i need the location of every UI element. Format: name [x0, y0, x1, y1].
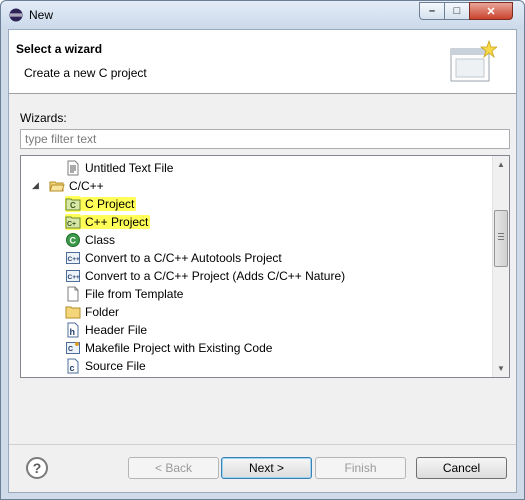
- window-title: New: [29, 8, 54, 22]
- tree-item-label: Header File: [85, 323, 148, 337]
- tree-item[interactable]: C++ Convert to a C/C++ Autotools Project: [65, 249, 282, 267]
- minimize-button[interactable]: –: [419, 2, 445, 20]
- tree-item-label: C++ Project: [81, 215, 151, 229]
- svg-text:C++: C++: [68, 256, 80, 263]
- tree-item[interactable]: C++ Convert to a C/C++ Project (Adds C/C+…: [65, 267, 345, 285]
- tree-item-label: Class: [85, 233, 116, 247]
- tree-item[interactable]: File from Template: [65, 285, 183, 303]
- tree-item[interactable]: h Header File: [65, 321, 147, 339]
- tree-item-label: Convert to a C/C++ Autotools Project: [85, 251, 282, 265]
- convert-icon: C++: [65, 250, 81, 266]
- tree-item[interactable]: ◢ C/C++: [32, 177, 104, 195]
- filter-input[interactable]: [20, 129, 510, 149]
- makefile-project-icon: C: [65, 340, 81, 356]
- help-button[interactable]: ?: [26, 457, 48, 479]
- tree-item-label: Untitled Text File: [85, 161, 174, 175]
- convert-icon: C++: [65, 268, 81, 284]
- folder-icon: [65, 304, 81, 320]
- tree-item[interactable]: C+ C++ Project: [65, 213, 151, 231]
- svg-text:c: c: [70, 363, 75, 373]
- wizard-banner: Select a wizard Create a new C project: [9, 30, 516, 94]
- back-button[interactable]: < Back: [128, 457, 219, 479]
- button-bar-separator: [9, 444, 516, 445]
- finish-button[interactable]: Finish: [315, 457, 406, 479]
- wizards-label: Wizards:: [20, 111, 67, 125]
- scroll-thumb[interactable]: [494, 210, 508, 267]
- tree-item-label: Folder: [85, 305, 120, 319]
- class-icon: C: [65, 232, 81, 248]
- wizard-tree[interactable]: ▲ ▼ Untitled Text File ◢ C/C++ C C Project C+…: [20, 155, 510, 378]
- new-wizard-icon: [450, 39, 497, 82]
- close-icon: ✕: [486, 5, 496, 18]
- maximize-button[interactable]: □: [444, 2, 470, 20]
- tree-item[interactable]: c Source File: [65, 357, 146, 375]
- eclipse-icon: [9, 8, 23, 22]
- tree-item-label: Makefile Project with Existing Code: [85, 341, 273, 355]
- text-file-icon: [65, 160, 81, 176]
- cpp-project-icon: C+: [65, 214, 81, 230]
- banner-title: Select a wizard: [16, 42, 103, 56]
- tree-scrollbar[interactable]: ▲ ▼: [492, 156, 509, 377]
- close-button[interactable]: ✕: [469, 2, 513, 20]
- cancel-button[interactable]: Cancel: [416, 457, 507, 479]
- dialog-window: New – □ ✕ Select a wizard Create a new C…: [0, 0, 525, 500]
- tree-item-label: File from Template: [85, 287, 184, 301]
- tree-item[interactable]: C C Project: [65, 195, 137, 213]
- tree-item-label: Source File: [85, 359, 146, 373]
- header-file-icon: h: [65, 322, 81, 338]
- svg-text:h: h: [70, 327, 76, 337]
- svg-text:C+: C+: [67, 221, 76, 228]
- c-project-icon: C: [65, 196, 81, 212]
- title-bar[interactable]: New – □ ✕: [1, 1, 524, 29]
- source-file-icon: c: [65, 358, 81, 374]
- tree-item[interactable]: Untitled Text File: [65, 159, 173, 177]
- scroll-down-icon[interactable]: ▼: [493, 360, 509, 377]
- minimize-icon: –: [428, 5, 436, 17]
- maximize-icon: □: [453, 5, 461, 17]
- svg-text:C: C: [70, 236, 77, 246]
- tree-item[interactable]: C Makefile Project with Existing Code: [65, 339, 272, 357]
- folder-open-icon: [49, 178, 65, 194]
- tree-item-label: Convert to a C/C++ Project (Adds C/C++ N…: [85, 269, 346, 283]
- tree-item[interactable]: Folder: [65, 303, 119, 321]
- svg-text:C: C: [70, 201, 76, 210]
- svg-text:C: C: [68, 346, 73, 353]
- tree-item-label: C Project: [81, 197, 137, 211]
- svg-text:C++: C++: [68, 274, 80, 281]
- expand-arrow-icon[interactable]: ◢: [32, 180, 42, 190]
- dialog-body: Select a wizard Create a new C project W…: [8, 29, 517, 493]
- tree-item[interactable]: C Class: [65, 231, 115, 249]
- tree-item-label: C/C++: [69, 179, 104, 193]
- next-button[interactable]: Next >: [221, 457, 312, 479]
- banner-description: Create a new C project: [24, 66, 147, 80]
- file-icon: [65, 286, 81, 302]
- scroll-up-icon[interactable]: ▲: [493, 156, 509, 173]
